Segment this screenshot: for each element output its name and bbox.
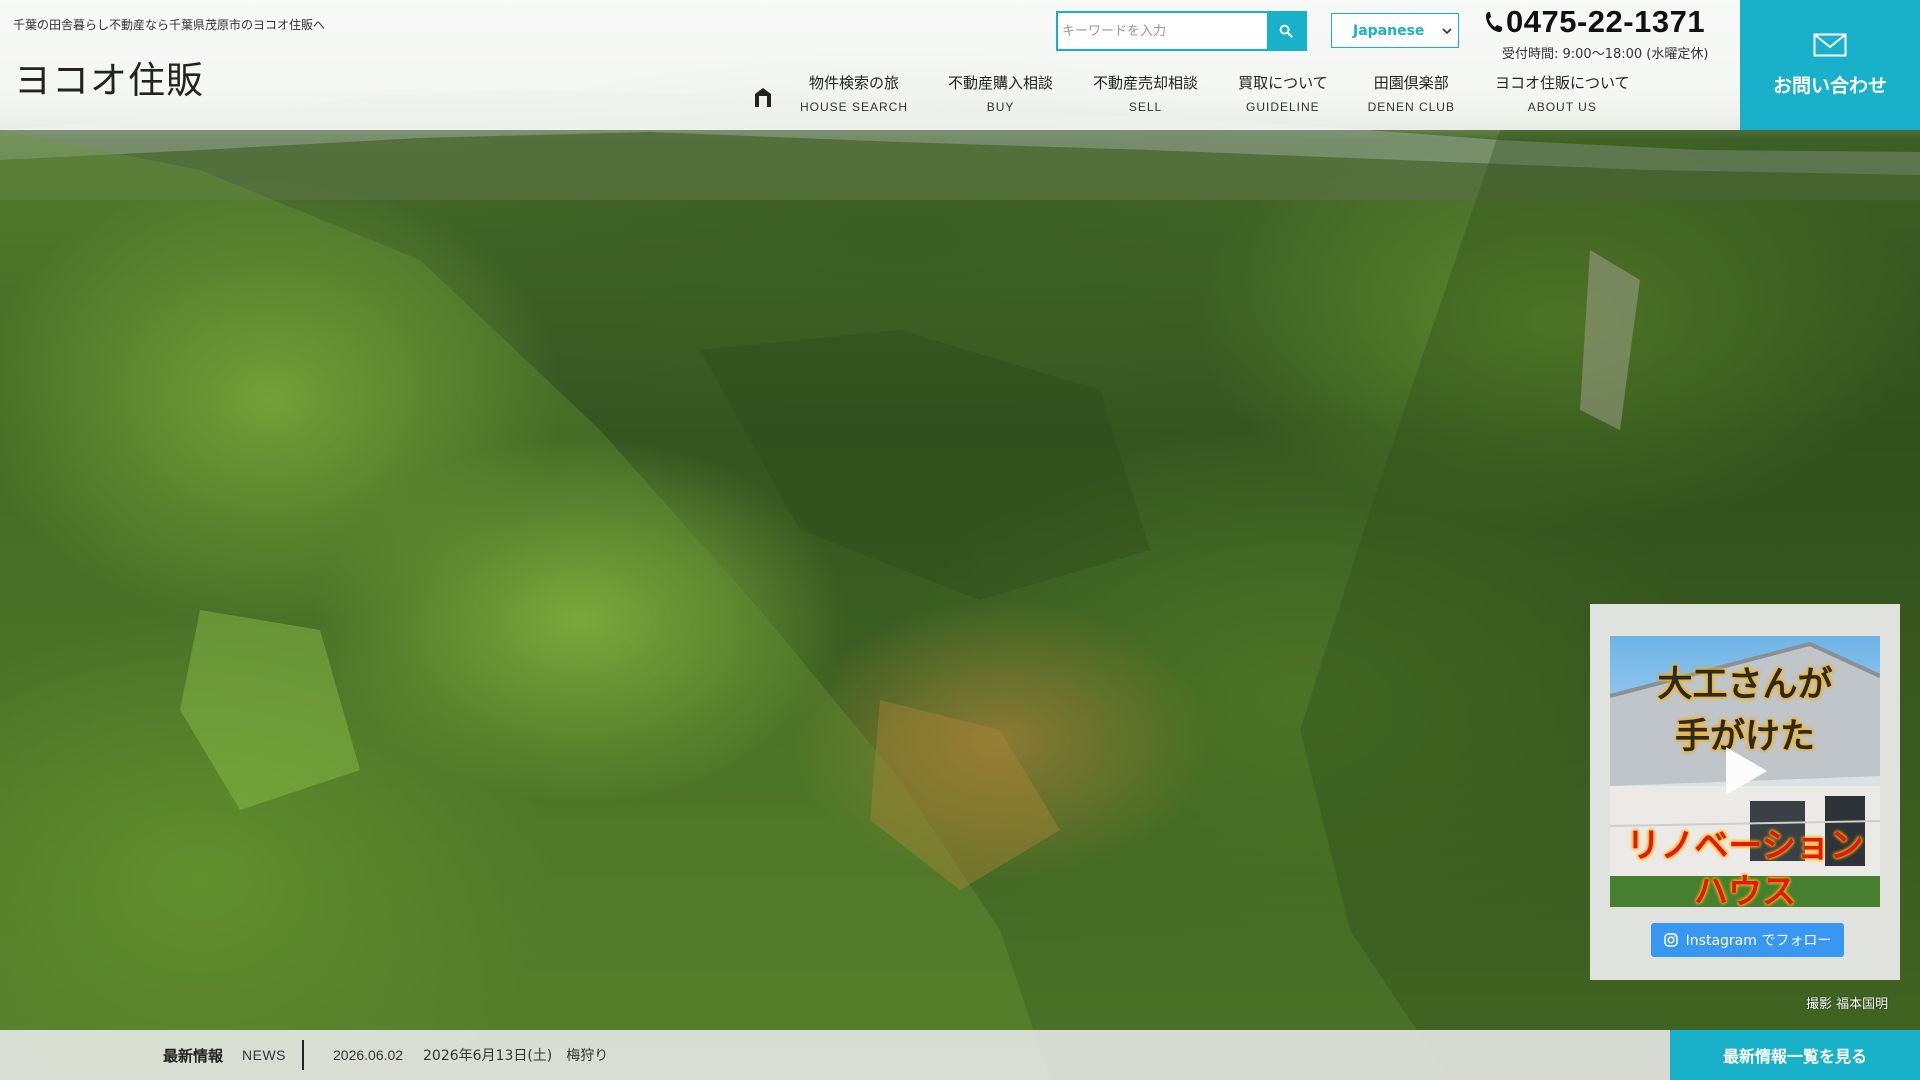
home-icon	[753, 86, 773, 108]
nav-item-sublabel: HOUSE SEARCH	[800, 100, 909, 114]
news-divider	[302, 1040, 304, 1070]
nav-home[interactable]	[748, 82, 778, 112]
site-tagline: 千葉の田舎暮らし不動産なら千葉県茂原市のヨコオ住販へ	[13, 18, 326, 32]
play-icon	[1726, 747, 1767, 795]
language-value: Japanese	[1353, 22, 1425, 39]
nav-item-buy[interactable]: 不動産購入相談 BUY	[948, 72, 1053, 114]
chevron-down-icon	[1442, 27, 1452, 35]
main-nav: 物件検索の旅 HOUSE SEARCH 不動産購入相談 BUY 不動産売却相談 …	[748, 72, 1630, 122]
nav-item-denen-club[interactable]: 田園倶楽部 DENEN CLUB	[1368, 72, 1455, 114]
search-button[interactable]	[1267, 13, 1305, 49]
nav-item-label: 田園倶楽部	[1373, 74, 1449, 92]
news-item-link[interactable]: 2026年6月13日(土) 梅狩り	[423, 1045, 608, 1065]
thumbnail-caption-line: リノベーション	[1626, 826, 1864, 866]
nav-item-guideline[interactable]: 買取について GUIDELINE	[1238, 72, 1328, 114]
search-input[interactable]	[1058, 13, 1267, 49]
nav-item-sublabel: ABOUT US	[1527, 100, 1597, 114]
nav-item-sell[interactable]: 不動産売却相談 SELL	[1093, 72, 1198, 114]
site-header: 千葉の田舎暮らし不動産なら千葉県茂原市のヨコオ住販へ ヨコオ住販 Japanes…	[0, 0, 1920, 130]
nav-item-sublabel: BUY	[986, 100, 1015, 114]
business-hours: 受付時間: 9:00〜18:00 (水曜定休)	[1502, 47, 1709, 62]
news-heading: 最新情報	[163, 1047, 224, 1065]
mail-icon	[1813, 33, 1847, 57]
nav-item-house-search[interactable]: 物件検索の旅 HOUSE SEARCH	[800, 72, 908, 114]
search-icon	[1279, 24, 1293, 38]
phone-number[interactable]: 0475-22-1371	[1484, 4, 1705, 40]
contact-button[interactable]: お問い合わせ	[1740, 0, 1920, 130]
nav-item-about-us[interactable]: ヨコオ住販について ABOUT US	[1495, 72, 1630, 114]
phone-icon	[1484, 10, 1504, 34]
contact-label: お問い合わせ	[1772, 74, 1887, 97]
photo-credit: 撮影 福本国明	[1806, 997, 1889, 1012]
thumbnail-caption-line: 大工さんが	[1657, 665, 1833, 705]
keyword-search	[1056, 11, 1307, 51]
instagram-icon	[1663, 933, 1678, 947]
view-all-news-button[interactable]: 最新情報一覧を見る	[1670, 1030, 1920, 1080]
phone-number-text: 0475-22-1371	[1506, 4, 1706, 39]
nav-item-sublabel: DENEN CLUB	[1367, 100, 1455, 114]
nav-item-label: 物件検索の旅	[809, 74, 900, 92]
news-heading-en: NEWS	[242, 1047, 286, 1063]
instagram-widget: 大工さんが 手がけた リノベーション ハウス Instagram でフォロー	[1590, 604, 1900, 980]
nav-item-sublabel: SELL	[1128, 100, 1163, 114]
thumbnail-caption-line: ハウス	[1694, 872, 1796, 907]
news-date: 2026.06.02	[333, 1047, 404, 1063]
nav-item-sublabel: GUIDELINE	[1246, 100, 1320, 114]
nav-item-label: 買取について	[1238, 74, 1328, 92]
instagram-video-thumbnail[interactable]: 大工さんが 手がけた リノベーション ハウス	[1610, 636, 1880, 907]
news-bar: 最新情報 NEWS 2026.06.02 2026年6月13日(土) 梅狩り 最…	[0, 1030, 1920, 1080]
nav-item-label: 不動産売却相談	[1093, 74, 1199, 92]
language-select[interactable]: Japanese	[1331, 13, 1459, 48]
instagram-follow-label: Instagram でフォロー	[1685, 933, 1832, 949]
instagram-follow-button[interactable]: Instagram でフォロー	[1651, 923, 1844, 957]
nav-item-label: 不動産購入相談	[948, 74, 1054, 92]
nav-item-label: ヨコオ住販について	[1494, 74, 1630, 92]
site-logo[interactable]: ヨコオ住販	[14, 50, 204, 104]
